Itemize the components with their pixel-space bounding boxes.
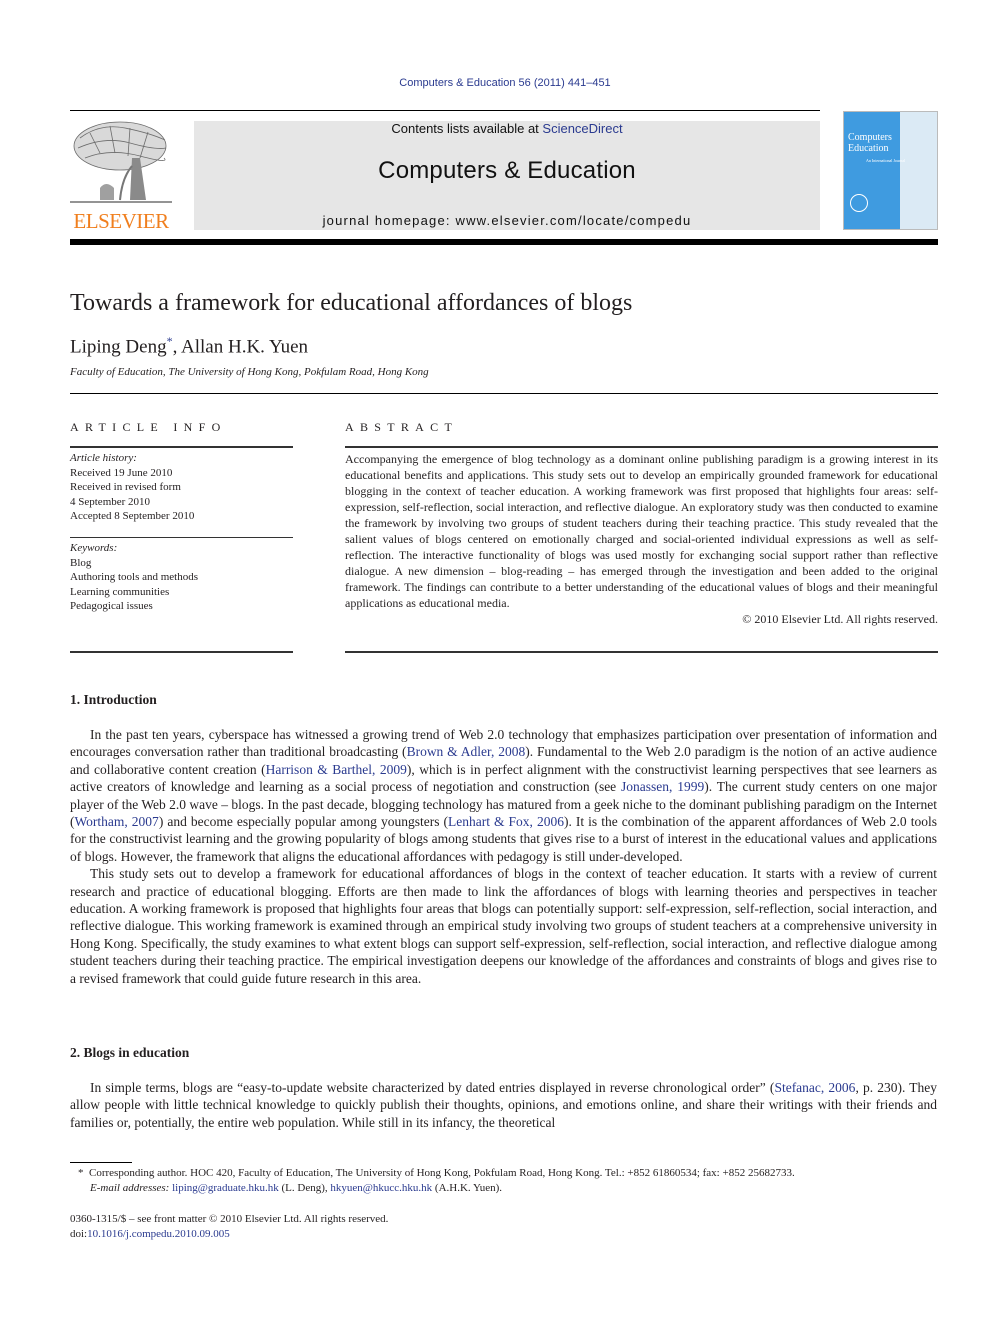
email-line: E-mail addresses: liping@graduate.hku.hk… (78, 1181, 795, 1196)
cover-title-line2: Education (848, 143, 889, 154)
email-link[interactable]: hkyuen@hkucc.hku.hk (330, 1182, 432, 1194)
paragraph-text: In simple terms, blogs are “easy-to-upda… (90, 1080, 775, 1095)
citation-link[interactable]: Wortham, 2007 (75, 814, 159, 829)
article-info-bottom-rule (70, 651, 293, 653)
citation-link[interactable]: Harrison & Barthel, 2009 (266, 762, 407, 777)
section-heading: 1. Introduction (70, 692, 157, 707)
front-matter: 0360-1315/$ – see front matter © 2010 El… (70, 1212, 388, 1242)
citation-link[interactable]: Lenhart & Fox, 2006 (448, 814, 564, 829)
article-info-heading: ARTICLE INFO (70, 420, 227, 434)
paragraph: This study sets out to develop a framewo… (70, 865, 937, 987)
footnote: * Corresponding author. HOC 420, Faculty… (78, 1166, 795, 1196)
article-history: Article history: Received 19 June 2010 R… (70, 451, 293, 524)
history-item: Received 19 June 2010 (70, 466, 173, 479)
author-name: Liping Deng (70, 336, 167, 358)
keywords-rule (70, 537, 293, 538)
cover-blue-panel (844, 112, 900, 229)
history-item: 4 September 2010 (70, 495, 151, 508)
footnote-rule (70, 1162, 132, 1163)
article-title: Towards a framework for educational affo… (70, 290, 633, 316)
cover-title: Computers Education (848, 132, 892, 154)
paragraph-text: ) and become especially popular among yo… (158, 814, 448, 830)
contents-line: Contents lists available at ScienceDirec… (194, 121, 820, 136)
corresponding-author-note: * Corresponding author. HOC 420, Faculty… (78, 1166, 795, 1181)
cover-badge-icon (850, 194, 868, 212)
cover-subtitle: An International Journal (866, 158, 906, 163)
abstract: Accompanying the emergence of blog techn… (345, 451, 938, 627)
abstract-bottom-rule (345, 651, 938, 653)
email-label: E-mail addresses: (90, 1182, 170, 1194)
doi-line: doi:10.1016/j.compedu.2010.09.005 (70, 1227, 388, 1242)
history-item: Received in revised form (70, 481, 181, 493)
paragraph-text: This study sets out to develop a framewo… (70, 866, 937, 986)
contents-prefix: Contents lists available at (391, 121, 543, 136)
title-rule (70, 393, 938, 394)
email-owner: (A.H.K. Yuen). (432, 1182, 503, 1194)
abstract-copyright: © 2010 Elsevier Ltd. All rights reserved… (742, 612, 938, 626)
keywords-label: Keywords: (70, 542, 118, 554)
journal-citation[interactable]: Computers & Education 56 (2011) 441–451 (0, 77, 992, 89)
keyword-item: Blog (70, 556, 92, 569)
section-body: In the past ten years, cyberspace has wi… (70, 726, 937, 987)
citation-link[interactable]: Jonassen, 1999 (621, 779, 704, 794)
homepage-url[interactable]: www.elsevier.com/locate/compedu (456, 213, 692, 228)
keyword-item: Pedagogical issues (70, 600, 153, 612)
journal-homepage: journal homepage: www.elsevier.com/locat… (194, 213, 820, 228)
corresponding-text: Corresponding author. HOC 420, Faculty o… (89, 1167, 795, 1179)
journal-cover-thumbnail[interactable]: Computers Education An International Jou… (843, 111, 938, 230)
history-item: Accepted 8 September 2010 (70, 510, 195, 522)
paragraph: In the past ten years, cyberspace has wi… (70, 726, 937, 865)
header-thick-rule (70, 239, 938, 245)
section-body: In simple terms, blogs are “easy-to-upda… (70, 1079, 937, 1131)
homepage-prefix: journal homepage: (322, 213, 456, 228)
header-rule (70, 110, 820, 111)
section-heading: 2. Blogs in education (70, 1045, 190, 1060)
paragraph: In simple terms, blogs are “easy-to-upda… (70, 1079, 937, 1131)
journal-title: Computers & Education (378, 157, 636, 184)
cover-title-line1: Computers (848, 132, 892, 143)
journal-masthead: Contents lists available at ScienceDirec… (194, 121, 820, 230)
citation-link[interactable]: Brown & Adler, 2008 (407, 744, 526, 759)
email-link[interactable]: liping@graduate.hku.hk (172, 1182, 279, 1194)
citation-link[interactable]: Stefanac, 2006 (774, 1080, 855, 1095)
author-name: Allan H.K. Yuen (181, 336, 309, 358)
abstract-heading: ABSTRACT (345, 420, 459, 434)
author-separator: , (172, 336, 182, 358)
abstract-rule (345, 446, 938, 448)
article-history-label: Article history: (70, 452, 137, 464)
elsevier-tree-icon (70, 121, 172, 203)
email-owner: (L. Deng), (278, 1182, 331, 1194)
elsevier-logo: ELSEVIER (70, 118, 172, 234)
article-info-rule (70, 446, 293, 448)
keywords: Keywords: Blog Authoring tools and metho… (70, 541, 293, 614)
elsevier-wordmark: ELSEVIER (73, 209, 169, 233)
author-affiliation: Faculty of Education, The University of … (70, 366, 429, 378)
footnote-mark: * (78, 1167, 84, 1179)
issn-line: 0360-1315/$ – see front matter © 2010 El… (70, 1213, 389, 1225)
keyword-item: Learning communities (70, 585, 170, 598)
doi-link[interactable]: 10.1016/j.compedu.2010.09.005 (87, 1228, 230, 1240)
keyword-item: Authoring tools and methods (70, 571, 199, 583)
sciencedirect-link[interactable]: ScienceDirect (542, 121, 622, 136)
doi-prefix: doi: (70, 1228, 88, 1240)
author-list: Liping Deng*, Allan H.K. Yuen (70, 334, 308, 358)
abstract-text: Accompanying the emergence of blog techn… (345, 452, 938, 610)
